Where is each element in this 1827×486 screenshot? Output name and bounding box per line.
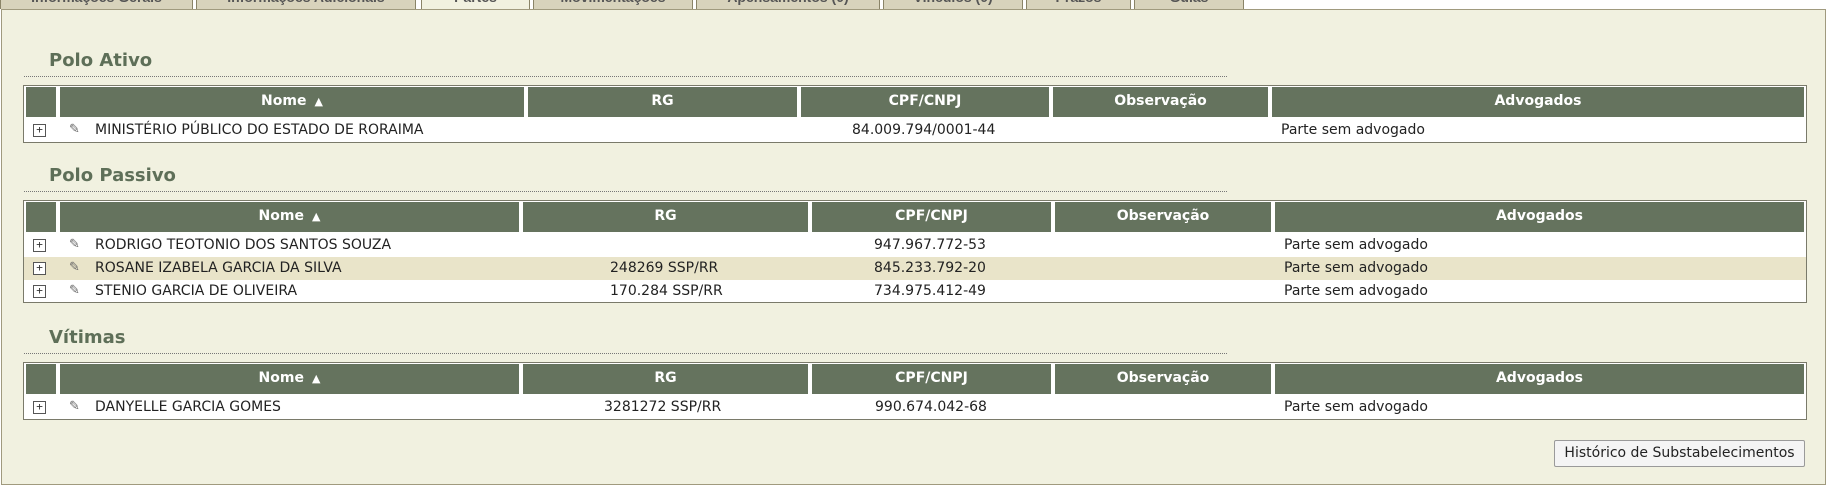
expand-icon[interactable]: + [33, 262, 46, 275]
header-nome-label: Nome [261, 93, 307, 109]
header-observacao[interactable]: Observação [1051, 86, 1270, 119]
header-advogados[interactable]: Advogados [1273, 363, 1806, 396]
cell-nome[interactable]: STENIO GARCIA DE OLIVEIRA [95, 283, 297, 299]
table-row: + ✎ ROSANE IZABELA GARCIA DA SILVA 24826… [24, 257, 1806, 280]
cell-nome[interactable]: ROSANE IZABELA GARCIA DA SILVA [95, 260, 342, 276]
cell-advogados: Parte sem advogado [1284, 260, 1428, 276]
tab-informacoes-gerais[interactable]: Informações Gerais [0, 0, 193, 9]
header-nome[interactable]: Nome ▲ [58, 201, 521, 234]
header-rg[interactable]: RG [521, 363, 810, 396]
header-advogados[interactable]: Advogados [1270, 86, 1806, 119]
table-row: + ✎ RODRIGO TEOTONIO DOS SANTOS SOUZA 94… [24, 234, 1806, 257]
header-rg[interactable]: RG [526, 86, 799, 119]
section-divider [24, 191, 1227, 192]
tab-guias[interactable]: Guias [1134, 0, 1244, 9]
header-advogados[interactable]: Advogados [1273, 201, 1806, 234]
section-divider [24, 353, 1227, 354]
cell-nome[interactable]: RODRIGO TEOTONIO DOS SANTOS SOUZA [95, 237, 391, 253]
vitimas-table: Nome ▲ RG CPF/CNPJ Observação Advogados +… [23, 362, 1807, 420]
header-nome[interactable]: Nome ▲ [58, 363, 521, 396]
header-cpf[interactable]: CPF/CNPJ [799, 86, 1051, 119]
sort-ascending-icon: ▲ [311, 210, 321, 223]
historico-substabelecimentos-button[interactable]: Histórico de Substabelecimentos [1554, 440, 1805, 467]
tab-vinculos[interactable]: Vínculos (0) [883, 0, 1023, 9]
cell-advogados: Parte sem advogado [1284, 283, 1428, 299]
table-row: + ✎ MINISTÉRIO PÚBLICO DO ESTADO DE RORA… [24, 119, 1806, 142]
header-expand-col [24, 86, 58, 119]
section-divider [24, 76, 1227, 77]
edit-pencil-icon[interactable]: ✎ [69, 122, 80, 137]
polo-ativo-title: Polo Ativo [49, 50, 153, 71]
expand-icon[interactable]: + [33, 285, 46, 298]
expand-icon[interactable]: + [33, 401, 46, 414]
polo-passivo-table: Nome ▲ RG CPF/CNPJ Observação Advogados +… [23, 200, 1807, 303]
cell-cpf: 990.674.042-68 [875, 399, 987, 415]
header-observacao[interactable]: Observação [1053, 201, 1273, 234]
tab-prazos[interactable]: Prazos [1026, 0, 1131, 9]
header-nome-label: Nome [258, 208, 304, 224]
polo-ativo-table: Nome ▲ RG CPF/CNPJ Observação Advogados +… [23, 85, 1807, 143]
edit-pencil-icon[interactable]: ✎ [69, 260, 80, 275]
table-row: + ✎ STENIO GARCIA DE OLIVEIRA 170.284 SS… [24, 280, 1806, 303]
sort-ascending-icon: ▲ [314, 95, 323, 108]
vitimas-title: Vítimas [49, 327, 126, 348]
table-row: + ✎ DANYELLE GARCIA GOMES 3281272 SSP/RR… [24, 396, 1806, 419]
header-rg[interactable]: RG [521, 201, 810, 234]
header-cpf[interactable]: CPF/CNPJ [810, 201, 1053, 234]
polo-passivo-title: Polo Passivo [49, 165, 176, 186]
cell-cpf: 734.975.412-49 [874, 283, 986, 299]
expand-icon[interactable]: + [33, 124, 46, 137]
tab-movimentacoes[interactable]: Movimentações [533, 0, 693, 9]
cell-rg: 170.284 SSP/RR [610, 283, 723, 299]
cell-cpf: 845.233.792-20 [874, 260, 986, 276]
header-observacao[interactable]: Observação [1053, 363, 1273, 396]
cell-advogados: Parte sem advogado [1284, 237, 1428, 253]
cell-cpf: 947.967.772-53 [874, 237, 986, 253]
cell-rg: 3281272 SSP/RR [604, 399, 722, 415]
cell-cpf: 84.009.794/0001-44 [852, 122, 996, 138]
header-cpf[interactable]: CPF/CNPJ [810, 363, 1053, 396]
header-expand-col [24, 363, 58, 396]
tab-informacoes-adicionais[interactable]: Informações Adicionais [196, 0, 416, 9]
edit-pencil-icon[interactable]: ✎ [69, 237, 80, 252]
expand-icon[interactable]: + [33, 239, 46, 252]
cell-advogados: Parte sem advogado [1281, 122, 1425, 138]
partes-panel: Polo Ativo Nome ▲ RG CPF/CNPJ Observação … [1, 9, 1826, 485]
edit-pencil-icon[interactable]: ✎ [69, 399, 80, 414]
cell-advogados: Parte sem advogado [1284, 399, 1428, 415]
tab-apensamentos[interactable]: Apensamentos (0) [696, 0, 880, 9]
header-nome[interactable]: Nome ▲ [58, 86, 526, 119]
header-expand-col [24, 201, 58, 234]
cell-nome[interactable]: DANYELLE GARCIA GOMES [95, 399, 281, 415]
cell-rg: 248269 SSP/RR [610, 260, 719, 276]
sort-ascending-icon: ▲ [311, 372, 321, 385]
cell-nome[interactable]: MINISTÉRIO PÚBLICO DO ESTADO DE RORAIMA [95, 122, 424, 138]
edit-pencil-icon[interactable]: ✎ [69, 283, 80, 298]
header-nome-label: Nome [258, 370, 304, 386]
